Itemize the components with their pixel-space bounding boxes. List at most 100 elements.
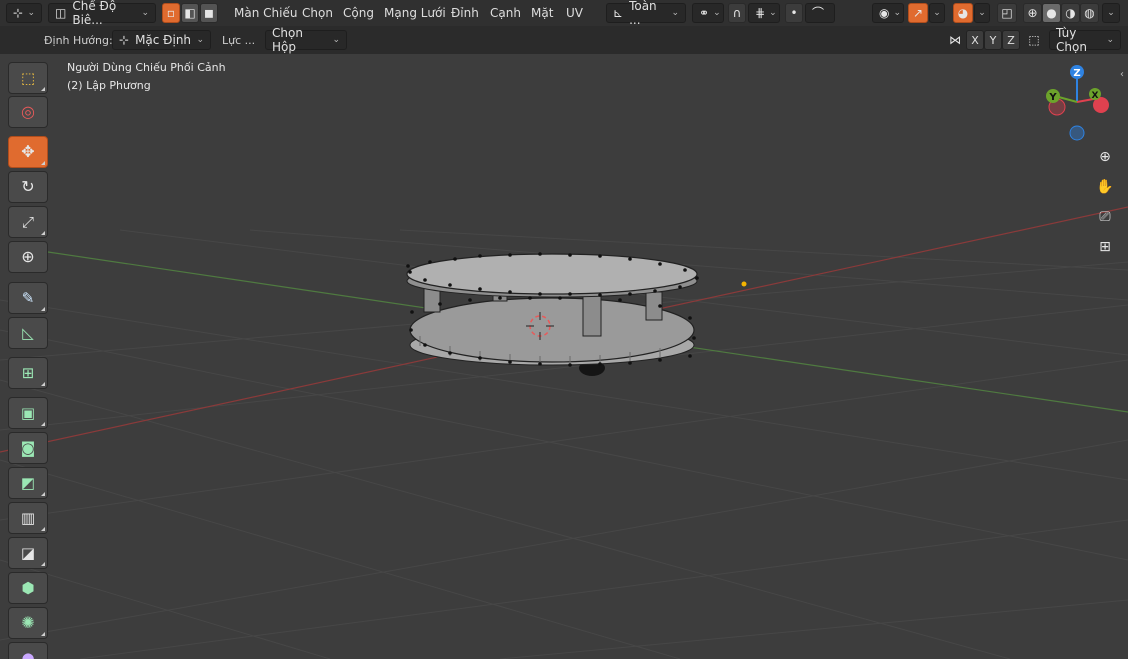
orientation-dropdown[interactable]: ⊹ Mặc Định ⌄ bbox=[112, 30, 211, 50]
editor-type-icon: ⊹ bbox=[13, 6, 24, 20]
scale-icon: ⤢ bbox=[21, 212, 34, 231]
material-shading-button[interactable]: ◑ bbox=[1061, 3, 1080, 23]
table-mesh[interactable] bbox=[406, 252, 699, 376]
axis-orientation-icon: ⊾ bbox=[613, 6, 624, 20]
loop-cut-tool[interactable]: ▥ bbox=[8, 502, 48, 534]
chevron-down-icon: ⌄ bbox=[893, 8, 902, 18]
tool-settings-bar: Định Hướng: ⊹ Mặc Định ⌄ Lực ... Chọn Hộ… bbox=[0, 26, 1128, 54]
vertex-select-button[interactable]: ▫ bbox=[162, 3, 180, 23]
chevron-down-icon: ⌄ bbox=[978, 8, 986, 18]
snap-toggle[interactable]: ∩ bbox=[728, 3, 746, 23]
overlays-dropdown[interactable]: ⌄ bbox=[974, 3, 990, 23]
measure-tool[interactable]: ◺ bbox=[8, 317, 48, 349]
object-name: (2) Lập Phương bbox=[67, 79, 151, 92]
snap-grid-icon: ⋕ bbox=[755, 6, 766, 20]
orientation-label: Định Hướng: bbox=[44, 33, 113, 47]
cursor-icon: ◎ bbox=[21, 102, 35, 121]
navigation-gizmo[interactable]: Z Y X bbox=[1035, 58, 1125, 148]
gizmo-x-label: X bbox=[1092, 91, 1099, 101]
menu-vertex[interactable]: Đỉnh bbox=[449, 3, 481, 23]
drag-label: Lực ... bbox=[222, 33, 256, 47]
gizmo-dropdown[interactable]: ⌄ bbox=[929, 3, 945, 23]
poly-build-icon: ⬢ bbox=[21, 578, 35, 597]
select-box-icon: ⬚ bbox=[20, 68, 36, 87]
edge-select-icon: ◧ bbox=[184, 6, 196, 20]
mirror-x-button[interactable]: X bbox=[966, 30, 984, 50]
poly-build-tool[interactable]: ⬢ bbox=[8, 572, 48, 604]
mode-dropdown[interactable]: ◫ Chế Độ Biê... ⌄ bbox=[48, 0, 156, 27]
menu-mesh[interactable]: Mạng Lưới bbox=[382, 3, 448, 23]
snap-target-dropdown[interactable]: ⋕ ⌄ bbox=[748, 3, 780, 23]
scale-tool[interactable]: ⤢ bbox=[8, 206, 48, 238]
spin-tool[interactable]: ✺ bbox=[8, 607, 48, 639]
mirror-y-button[interactable]: Y bbox=[984, 30, 1002, 50]
proportional-falloff-dropdown[interactable]: ⌒ bbox=[805, 3, 835, 23]
extrude-tool[interactable]: ▣ bbox=[8, 397, 48, 429]
menu-uv[interactable]: UV bbox=[564, 3, 585, 23]
menu-edge[interactable]: Cạnh bbox=[488, 3, 523, 23]
face-select-button[interactable]: ◼ bbox=[200, 3, 218, 23]
smooth-tool[interactable]: ● bbox=[8, 642, 48, 659]
menu-select[interactable]: Chọn bbox=[300, 3, 335, 23]
gizmo-z-label: Z bbox=[1073, 68, 1080, 79]
mirror-z-button[interactable]: Z bbox=[1002, 30, 1020, 50]
cursor-tool[interactable]: ◎ bbox=[8, 96, 48, 128]
perspective-toggle-button[interactable]: ⊞ bbox=[1093, 235, 1117, 259]
gizmo-toggle[interactable]: ↗ bbox=[908, 3, 928, 23]
solid-shading-button[interactable]: ● bbox=[1042, 3, 1061, 23]
chevron-down-icon: ⌄ bbox=[332, 35, 340, 45]
gizmo-y-label: Y bbox=[1048, 92, 1057, 103]
camera-view-button[interactable]: ⎚ bbox=[1093, 205, 1117, 229]
options-label: Tùy Chọn bbox=[1056, 26, 1087, 54]
annotate-tool[interactable]: ✎ bbox=[8, 282, 48, 314]
pan-button[interactable]: ✋ bbox=[1093, 175, 1117, 199]
spin-icon: ✺ bbox=[21, 613, 35, 632]
bevel-icon: ◩ bbox=[20, 473, 36, 492]
transform-orientation-dropdown[interactable]: ⊾ Toàn ... ⌄ bbox=[606, 0, 686, 27]
inset-icon: ◙ bbox=[20, 438, 36, 457]
orientation-value: Mặc Định bbox=[135, 33, 192, 47]
gizmo-icon: ↗ bbox=[912, 6, 924, 20]
inset-tool[interactable]: ◙ bbox=[8, 432, 48, 464]
move-tool[interactable]: ✥ bbox=[8, 136, 48, 168]
rotate-tool[interactable]: ↻ bbox=[8, 171, 48, 203]
visibility-dropdown[interactable]: ◉ ⌄ bbox=[872, 3, 904, 23]
wireframe-shading-button[interactable]: ⊕ bbox=[1023, 3, 1042, 23]
mirror-icon[interactable]: ⋈ bbox=[946, 30, 964, 50]
menu-add[interactable]: Cộng bbox=[341, 3, 376, 23]
bevel-tool[interactable]: ◩ bbox=[8, 467, 48, 499]
falloff-curve-icon: ⌒ bbox=[812, 6, 825, 20]
select-box-tool[interactable]: ⬚ bbox=[8, 62, 48, 94]
knife-tool[interactable]: ◪ bbox=[8, 537, 48, 569]
proportional-edit-toggle[interactable]: • bbox=[785, 3, 803, 23]
zoom-button[interactable]: ⊕ bbox=[1093, 145, 1117, 169]
rendered-shading-button[interactable]: ◍ bbox=[1080, 3, 1099, 23]
editor-type-dropdown[interactable]: ⊹ ⌄ bbox=[6, 3, 42, 23]
proportional-edit-icon: • bbox=[790, 6, 798, 20]
viewport-canvas[interactable] bbox=[0, 54, 1128, 659]
xray-icon: ◰ bbox=[1001, 6, 1013, 20]
menu-face[interactable]: Mặt bbox=[529, 3, 555, 23]
knife-icon: ◪ bbox=[20, 543, 36, 562]
chevron-down-icon: ⌄ bbox=[141, 8, 149, 18]
drag-dropdown[interactable]: Chọn Hộp ⌄ bbox=[265, 26, 347, 54]
wireframe-sphere-icon: ⊕ bbox=[1027, 6, 1038, 20]
overlays-toggle[interactable]: ◕ bbox=[953, 3, 973, 23]
rotate-icon: ↻ bbox=[21, 177, 35, 196]
measure-icon: ◺ bbox=[22, 323, 34, 342]
face-select-icon: ◼ bbox=[204, 6, 214, 20]
shading-dropdown[interactable]: ⌄ bbox=[1102, 3, 1120, 23]
extrude-icon: ▣ bbox=[20, 403, 36, 422]
options-dropdown[interactable]: Tùy Chọn ⌄ bbox=[1049, 26, 1121, 54]
sidebar-toggle[interactable]: ‹ bbox=[1116, 62, 1128, 86]
camera-icon: ⎚ bbox=[1099, 209, 1111, 225]
menu-view[interactable]: Màn Chiếu bbox=[232, 3, 299, 23]
pivot-point-dropdown[interactable]: ⚭ ⌄ bbox=[692, 3, 724, 23]
transform-tool[interactable]: ⊕ bbox=[8, 241, 48, 273]
xray-toggle[interactable]: ◰ bbox=[997, 3, 1017, 23]
auto-merge-icon[interactable]: ⬚ bbox=[1024, 30, 1044, 50]
loop-cut-icon: ▥ bbox=[20, 508, 36, 527]
grid-icon: ⊞ bbox=[1099, 239, 1111, 255]
add-cube-tool[interactable]: ⊞ bbox=[8, 357, 48, 389]
edge-select-button[interactable]: ◧ bbox=[181, 3, 199, 23]
